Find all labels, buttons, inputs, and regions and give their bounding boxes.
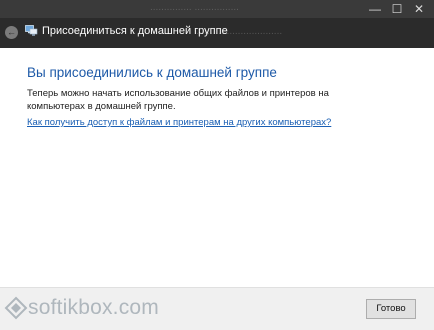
background-window-text: ............... ................ xyxy=(150,2,239,13)
close-button[interactable]: ✕ xyxy=(408,0,430,18)
back-arrow-icon[interactable]: ← xyxy=(5,26,18,39)
content-area xyxy=(0,48,434,287)
maximize-button[interactable]: ☐ xyxy=(386,0,408,18)
done-button[interactable]: Готово xyxy=(366,299,416,319)
watermark: softikbox.com xyxy=(4,296,159,320)
page-heading: Вы присоединились к домашней группе xyxy=(27,65,277,80)
help-link[interactable]: Как получить доступ к файлам и принтерам… xyxy=(27,117,331,128)
minimize-button[interactable]: — xyxy=(364,0,386,18)
watermark-text: softikbox.com xyxy=(28,296,159,319)
description-text: Теперь можно начать использование общих … xyxy=(27,88,329,112)
homegroup-icon xyxy=(25,25,38,36)
window-title: Присоединиться к домашней группе xyxy=(42,25,228,37)
title-bar: ............... ................ .......… xyxy=(0,0,434,48)
watermark-logo-icon xyxy=(4,296,28,320)
